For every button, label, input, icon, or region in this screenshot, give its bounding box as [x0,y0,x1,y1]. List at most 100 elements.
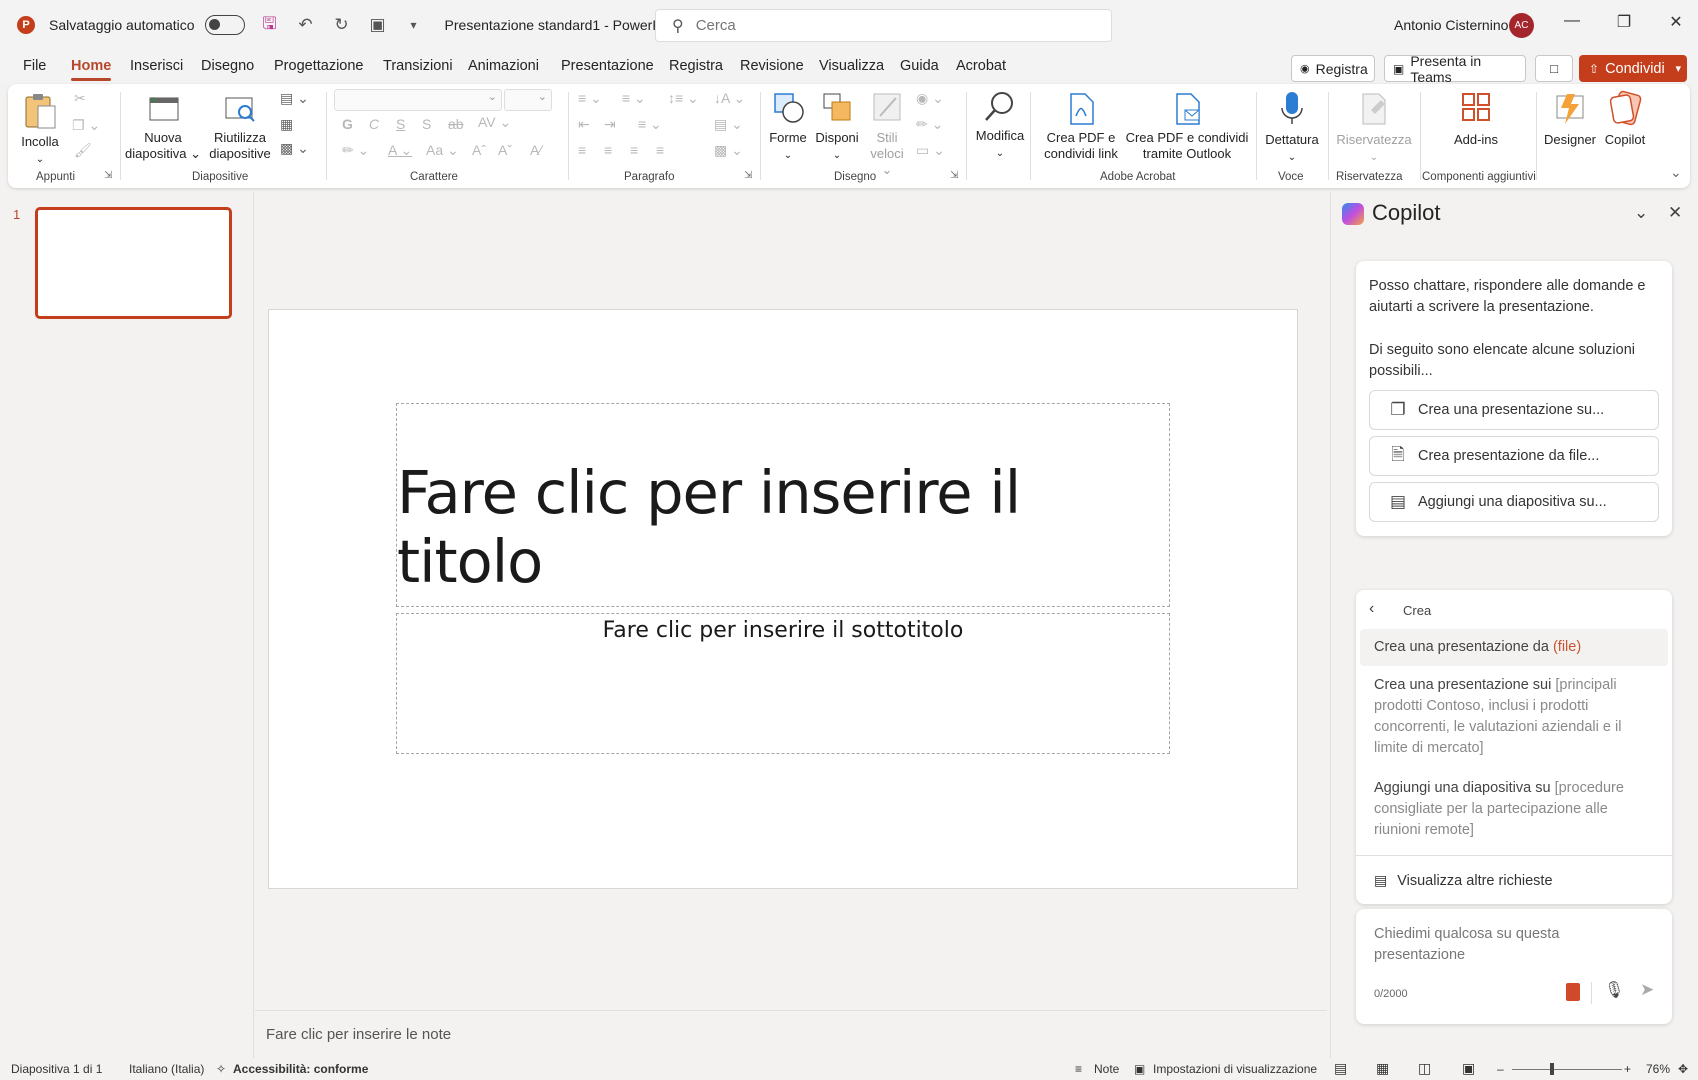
avatar[interactable]: AC [1509,13,1534,38]
tab-file[interactable]: File [23,58,46,74]
shape-outline-icon[interactable]: ✏ ⌄ [916,116,943,133]
columns-icon[interactable]: ≡ ⌄ [638,116,662,133]
clear-format-icon[interactable]: A∕ [530,142,542,158]
tab-view[interactable]: Visualizza [819,58,884,74]
new-slide-button[interactable]: + Nuova diapositiva ⌄ [124,92,202,162]
undo-icon[interactable]: ↶ [295,15,317,35]
copilot-ribbon-button[interactable]: Copilot [1596,90,1654,148]
zoom-slider[interactable] [1512,1069,1622,1070]
tab-slideshow[interactable]: Presentazione [561,58,654,74]
zoom-level[interactable]: 76% [1646,1062,1670,1076]
tab-record[interactable]: Registra [669,58,723,74]
text-direction-icon[interactable]: ↓A ⌄ [714,90,745,107]
normal-view-icon[interactable]: ▤ [1334,1060,1347,1077]
paragraph-launcher-icon[interactable]: ⇲ [744,170,752,181]
shape-effects-icon[interactable]: ▭ ⌄ [916,142,945,159]
restore-icon[interactable]: ❐ [1609,12,1639,38]
numbering-icon[interactable]: ≡ ⌄ [622,90,646,107]
tab-animations[interactable]: Animazioni [468,58,539,74]
close-pane-icon[interactable]: ✕ [1668,203,1682,223]
edit-button[interactable]: Modifica ⌄ [968,90,1032,162]
bold-icon[interactable]: G [342,116,353,132]
present-in-teams-button[interactable]: ▣ Presenta in Teams [1384,53,1526,85]
bullets-icon[interactable]: ≡ ⌄ [578,90,602,107]
tab-draw[interactable]: Disegno [201,58,254,74]
decrease-indent-icon[interactable]: ⇤ [578,116,590,133]
shadow-icon[interactable]: S [422,116,431,132]
notes-toggle[interactable]: Note [1094,1062,1119,1076]
customize-toolbar-icon[interactable]: ▾ [403,18,425,32]
addins-button[interactable]: Add-ins [1426,90,1526,148]
italic-icon[interactable]: C [369,116,379,132]
prompt-create-about[interactable]: Crea una presentazione sui [principali p… [1374,675,1644,759]
change-case-icon[interactable]: Aa ⌄ [426,142,459,159]
font-color-icon[interactable]: A ⌄ [388,142,412,159]
notes-pane[interactable]: Fare clic per inserire le note [255,1010,1327,1056]
shape-fill-icon[interactable]: ◉ ⌄ [916,90,944,107]
send-icon[interactable]: ➤ [1640,980,1654,1000]
suggestion-create-presentation[interactable]: ❐ Crea una presentazione su... [1369,390,1659,430]
collapse-pane-icon[interactable]: ⌄ [1634,203,1648,223]
zoom-in-icon[interactable]: + [1624,1062,1631,1076]
chat-input-placeholder[interactable]: Chiedimi qualcosa su questa presentazion… [1374,924,1624,966]
record-button[interactable]: ◉ Registra [1291,55,1375,82]
share-button[interactable]: ⇧ Condividi ▾ [1579,55,1687,82]
zoom-out-icon[interactable]: – [1497,1062,1504,1076]
cut-icon[interactable]: ✂ [74,90,86,107]
suggestion-create-from-file[interactable]: 🗎 Crea presentazione da file... [1369,436,1659,476]
format-painter-icon[interactable]: 🖌 [74,142,92,159]
align-text-icon[interactable]: ▤ ⌄ [714,116,743,133]
highlight-icon[interactable]: ✏ ⌄ [342,142,369,159]
reuse-slides-button[interactable]: Riutilizza diapositive [204,92,276,162]
slide-sorter-icon[interactable]: ▦ [1376,1060,1389,1077]
shrink-font-icon[interactable]: Aˇ [498,142,512,158]
minimize-icon[interactable]: — [1557,12,1587,38]
align-right-icon[interactable]: ≡ [630,142,638,158]
tab-design[interactable]: Progettazione [274,58,363,74]
autosave-toggle[interactable] [204,15,245,35]
prompt-guide-icon[interactable] [1566,983,1580,1001]
title-placeholder[interactable]: Fare clic per inserire il titolo [396,403,1170,607]
view-more-prompts[interactable]: ▤ Visualizza altre richieste [1374,872,1553,889]
shapes-button[interactable]: Forme ⌄ [764,90,812,164]
drawing-launcher-icon[interactable]: ⇲ [950,170,958,181]
tab-transitions[interactable]: Transizioni [383,58,453,74]
designer-button[interactable]: Designer [1540,90,1600,148]
language[interactable]: Italiano (Italia) [129,1062,204,1076]
search-input[interactable] [695,17,1076,34]
create-pdf-outlook-button[interactable]: Crea PDF e condividi tramite Outlook [1120,92,1254,162]
fit-slide-icon[interactable]: ✥ [1678,1062,1688,1076]
char-spacing-icon[interactable]: AV ⌄ [478,114,511,131]
accessibility-status[interactable]: Accessibilità: conforme [233,1062,368,1076]
tab-acrobat[interactable]: Acrobat [956,58,1006,74]
microphone-input-icon[interactable]: 🎙 [1604,980,1624,1000]
sensitivity-button[interactable]: Riservatezza ⌄ [1330,90,1418,166]
grow-font-icon[interactable]: Aˆ [472,142,486,158]
layout-icon[interactable]: ▤ ⌄ [280,90,309,107]
subtitle-placeholder[interactable]: Fare clic per inserire il sottotitolo [396,613,1170,754]
collapse-ribbon-icon[interactable]: ⌄ [1670,164,1682,181]
redo-icon[interactable]: ↻ [331,15,353,35]
display-settings[interactable]: Impostazioni di visualizzazione [1153,1062,1317,1076]
user-name[interactable]: Antonio Cisternino [1394,17,1508,33]
suggestion-add-slide[interactable]: ▤ Aggiungi una diapositiva su... [1369,482,1659,522]
prompt-create-from-file[interactable]: Crea una presentazione da (file) [1374,637,1644,658]
line-spacing-icon[interactable]: ↕≡ ⌄ [668,90,699,107]
tab-home[interactable]: Home [71,58,112,81]
prompt-add-slide[interactable]: Aggiungi una diapositiva su [procedure c… [1374,778,1644,841]
reading-view-icon[interactable]: ◫ [1418,1060,1431,1077]
smartart-icon[interactable]: ▩ ⌄ [714,142,743,159]
save-icon[interactable]: 🖫 [259,11,281,40]
increase-indent-icon[interactable]: ⇥ [604,116,616,133]
dictate-button[interactable]: Dettatura ⌄ [1260,90,1324,166]
quick-styles-button[interactable]: Stili veloci ⌄ [864,90,910,178]
tab-help[interactable]: Guida [900,58,939,74]
strikethrough-icon[interactable]: ab [448,116,464,132]
slide-thumbnail[interactable] [35,207,232,319]
justify-icon[interactable]: ≡ [656,142,664,158]
section-icon[interactable]: ▩ ⌄ [280,140,309,157]
comments-button[interactable]: □ [1535,55,1573,82]
font-family-select[interactable] [334,89,502,111]
back-icon[interactable]: ‹ [1369,600,1374,618]
zoom-slider-handle[interactable] [1550,1063,1554,1075]
